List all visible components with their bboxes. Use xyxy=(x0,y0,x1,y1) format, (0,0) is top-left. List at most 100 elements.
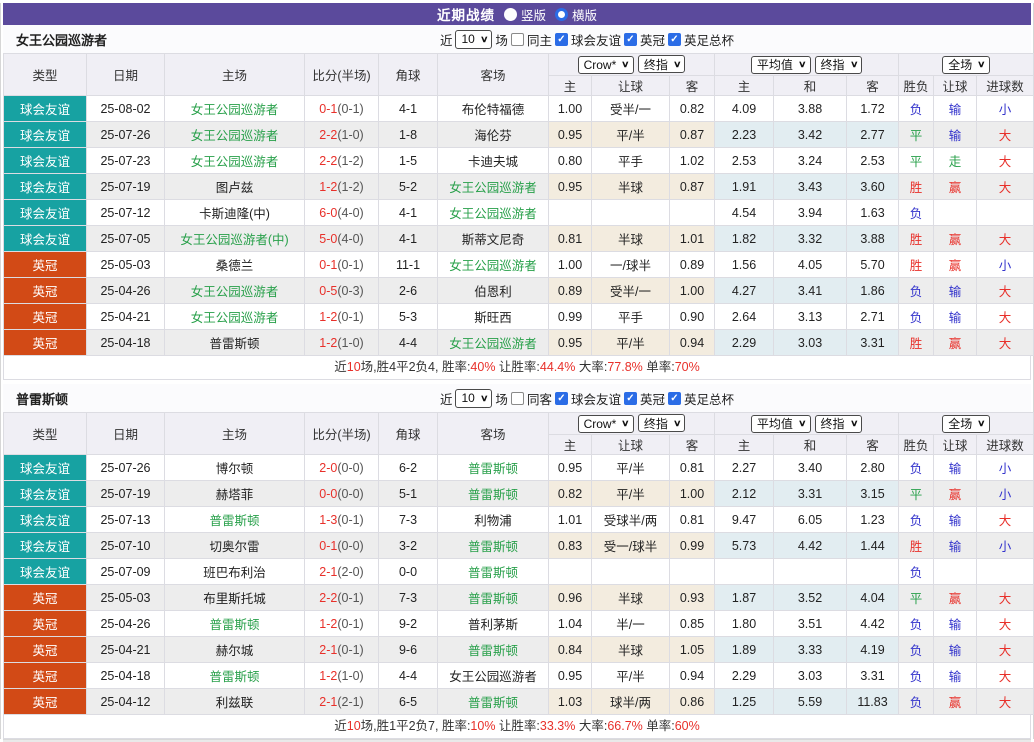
odds-handicap: 平/半 xyxy=(591,329,670,356)
league-checkbox-1[interactable]: ✓ xyxy=(623,32,637,46)
full-time-score: 1-2 xyxy=(319,309,338,324)
summary-row: 近10场,胜1平2负7, 胜率:10% 让胜率:33.3% 大率:66.7% 单… xyxy=(3,715,1031,739)
odds-home: 0.95 xyxy=(548,121,592,148)
avg-home: 5.73 xyxy=(714,532,774,559)
chevron-down-icon: ∨ xyxy=(977,418,986,428)
average-stage-select[interactable]: 终指 ∨ xyxy=(814,414,863,433)
home-team: 切奥尔雷 xyxy=(164,532,305,559)
summary-stat: 77.8% xyxy=(607,360,643,374)
chevron-down-icon: ∨ xyxy=(672,417,682,428)
league-label-2: 英足总杯 xyxy=(683,33,734,48)
match-date: 25-07-26 xyxy=(86,121,165,148)
away-team: 普雷斯顿 xyxy=(437,532,549,559)
half-time-score: (0-1) xyxy=(337,590,364,605)
avg-draw: 3.32 xyxy=(773,225,847,252)
avg-draw: 4.42 xyxy=(773,532,847,559)
summary-text: 场,胜1平2负7, 胜率: xyxy=(360,719,471,733)
avg-away xyxy=(845,558,900,585)
result-goals: 大 xyxy=(976,277,1034,304)
near-label: 近 xyxy=(439,33,453,48)
odds-handicap xyxy=(591,199,670,226)
odds-stage-select[interactable]: 终指 ∨ xyxy=(637,414,686,433)
result-goals: 小 xyxy=(976,454,1034,481)
summary-text: 大率: xyxy=(575,719,608,733)
league-checkbox-2[interactable]: ✓ xyxy=(667,32,681,46)
home-team: 女王公园巡游者 xyxy=(164,121,305,148)
result-handicap: 赢 xyxy=(933,251,978,278)
match-date: 25-04-21 xyxy=(86,303,165,330)
avg-away: 1.44 xyxy=(845,532,900,559)
odds-handicap xyxy=(591,558,670,585)
fulltime-select[interactable]: 全场 ∨ xyxy=(942,414,990,433)
full-time-score: 2-1 xyxy=(319,694,338,709)
fulltime-group-header: 全场 ∨ xyxy=(898,412,1034,435)
odds-away: 1.00 xyxy=(669,480,715,507)
odds-handicap: 平/半 xyxy=(591,480,670,507)
match-date: 25-05-03 xyxy=(86,584,165,611)
score-cell: 0-0(0-0) xyxy=(304,480,379,507)
league-checkbox-0[interactable]: ✓ xyxy=(554,32,568,46)
near-count-select[interactable]: 10 ∨ xyxy=(455,29,493,49)
away-team: 普雷斯顿 xyxy=(437,688,549,715)
layout-radio-horizontal[interactable]: 横版 xyxy=(555,5,597,24)
avg-draw: 3.42 xyxy=(773,121,847,148)
full-time-score: 1-2 xyxy=(319,335,338,350)
result-handicap xyxy=(933,199,978,226)
layout-radio-vertical[interactable]: 竖版 xyxy=(503,5,546,24)
radio-checked-icon[interactable] xyxy=(555,7,568,21)
same-venue-checkbox[interactable] xyxy=(510,391,524,405)
filters-bar: 近 10 ∨ 场同主 ✓ 球会友谊 ✓ 英冠 ✓ 英足总杯 xyxy=(439,29,734,49)
col-header-3: 比分(半场) xyxy=(304,53,379,96)
home-team: 卡斯迪隆(中) xyxy=(164,199,305,226)
summary-text: 让胜率: xyxy=(495,719,540,733)
odds-away: 0.93 xyxy=(669,584,715,611)
league-checkbox-0[interactable]: ✓ xyxy=(554,391,568,405)
match-date: 25-04-18 xyxy=(86,329,165,356)
avg-away: 1.63 xyxy=(845,199,900,226)
corner-count: 5-3 xyxy=(378,303,438,330)
near-count-select[interactable]: 10 ∨ xyxy=(455,388,493,408)
match-date: 25-07-19 xyxy=(86,173,165,200)
average-stage-select[interactable]: 终指 ∨ xyxy=(814,55,863,74)
odds-source-select[interactable]: Crow* ∨ xyxy=(577,414,634,433)
result-goals: 大 xyxy=(976,662,1034,689)
odds-stage-select[interactable]: 终指 ∨ xyxy=(637,55,686,74)
result-outcome: 负 xyxy=(898,610,935,637)
average-group-header: 平均值 ∨ 终指 ∨ xyxy=(713,53,900,76)
fulltime-select[interactable]: 全场 ∨ xyxy=(942,55,990,74)
type-badge: 球会友谊 xyxy=(3,225,87,252)
result-goals: 大 xyxy=(976,610,1034,637)
odds-away: 0.94 xyxy=(669,329,715,356)
average-select[interactable]: 平均值 ∨ xyxy=(750,414,811,433)
odds-home: 0.95 xyxy=(548,662,592,689)
sub-header-0: 主 xyxy=(548,75,592,96)
full-time-score: 6-0 xyxy=(319,205,338,220)
average-select[interactable]: 平均值 ∨ xyxy=(750,55,811,74)
odds-source-select-value: Crow* xyxy=(583,416,617,431)
league-checkbox-1[interactable]: ✓ xyxy=(623,391,637,405)
odds-away: 0.90 xyxy=(669,303,715,330)
result-handicap: 赢 xyxy=(933,225,978,252)
league-checkbox-2[interactable]: ✓ xyxy=(667,391,681,405)
avg-draw: 4.05 xyxy=(773,251,847,278)
avg-away: 3.15 xyxy=(845,480,900,507)
same-venue-checkbox[interactable] xyxy=(510,32,524,46)
col-header-0: 类型 xyxy=(3,53,87,96)
full-time-score: 1-3 xyxy=(319,512,338,527)
avg-away: 4.19 xyxy=(845,636,900,663)
result-handicap: 走 xyxy=(933,147,978,174)
match-row: 英冠 25-05-03 桑德兰 0-1(0-1) 11-1 女王公园巡游者 1.00 一/球半… xyxy=(3,251,1034,278)
match-date: 25-05-03 xyxy=(86,251,165,278)
full-time-score: 2-2 xyxy=(319,127,338,142)
avg-home: 2.53 xyxy=(714,147,774,174)
chevron-down-icon: ∨ xyxy=(797,418,807,428)
odds-handicap: 半球 xyxy=(591,225,670,252)
away-team: 普利茅斯 xyxy=(437,610,549,637)
match-date: 25-04-12 xyxy=(86,688,165,715)
full-time-score: 0-1 xyxy=(319,257,338,272)
radio-unchecked-icon[interactable] xyxy=(503,7,517,21)
avg-draw: 3.51 xyxy=(773,610,847,637)
odds-away: 1.01 xyxy=(669,225,715,252)
odds-source-select[interactable]: Crow* ∨ xyxy=(577,55,634,74)
summary-stat: 10% xyxy=(470,719,496,733)
